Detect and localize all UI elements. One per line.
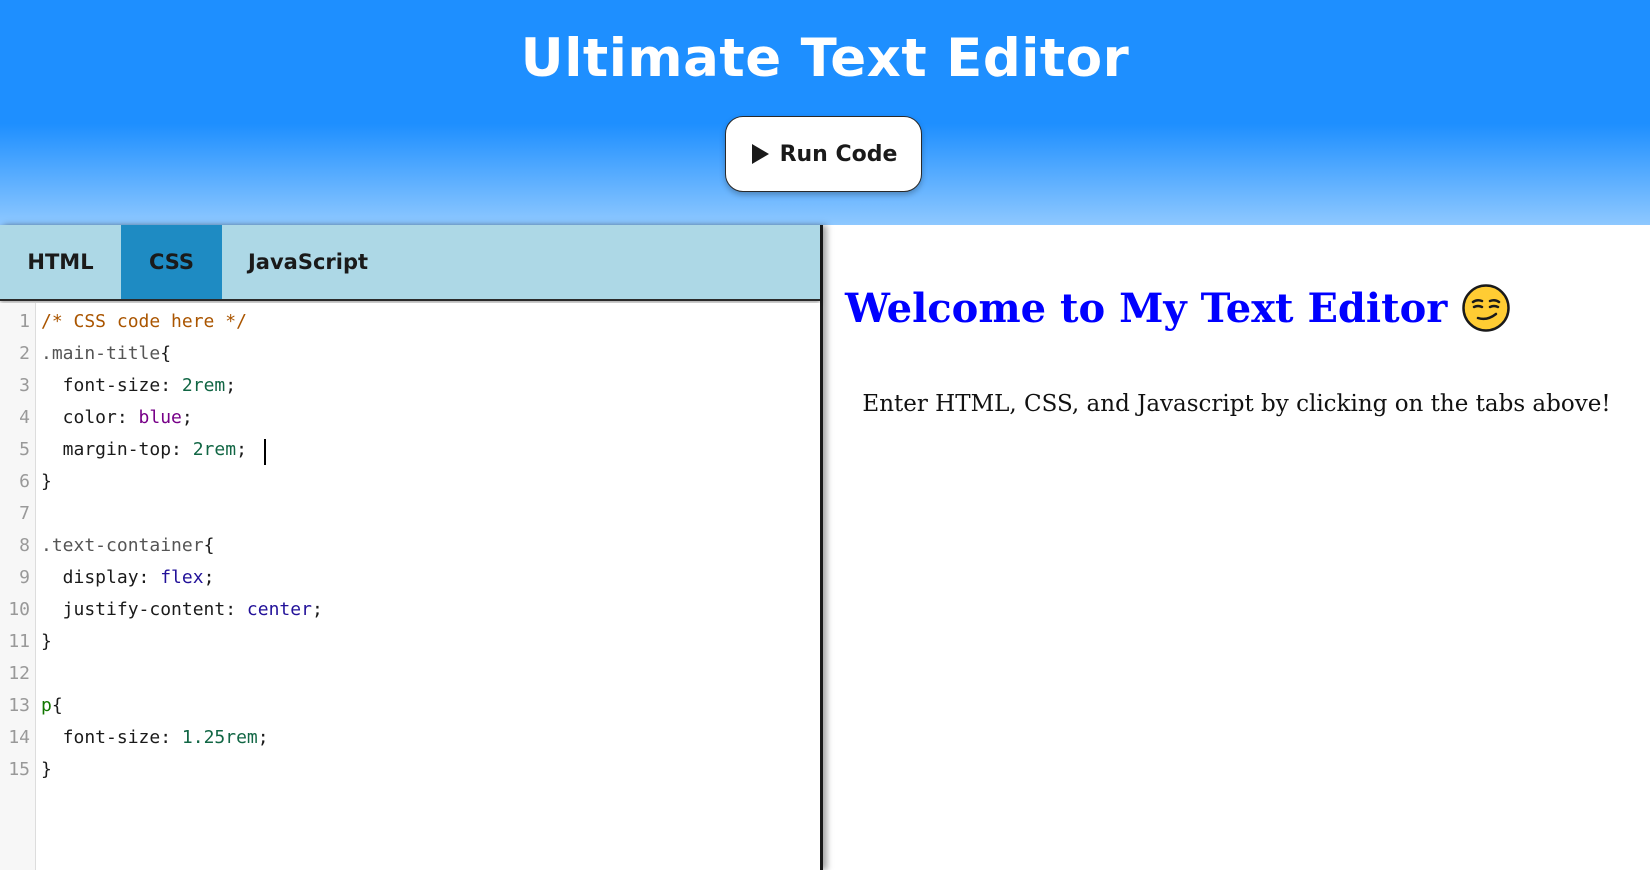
code-property: margin-top: [41,439,193,460]
preview-paragraph: Enter HTML, CSS, and Javascript by click… [862,391,1611,417]
code-line: } [41,631,52,652]
text-cursor [264,439,266,465]
run-code-label: Run Code [779,141,898,167]
line-number: 4 [19,407,30,428]
app-title: Ultimate Text Editor [520,28,1130,89]
line-number: 5 [19,439,30,460]
code-textarea[interactable]: 1 2 3 4 5 6 7 8 9 10 11 12 13 14 15 /* C… [0,303,820,870]
line-number: 2 [19,343,30,364]
code-property: font-size: [41,375,182,396]
line-number-gutter: 1 2 3 4 5 6 7 8 9 10 11 12 13 14 15 [0,303,36,870]
code-value: flex [160,567,204,588]
code-selector: .main-title [41,343,161,364]
editor-tab-bar: HTML CSS JavaScript [0,225,820,301]
code-brace: } [41,471,52,492]
code-editor-pane: HTML CSS JavaScript 1 2 3 4 5 6 7 8 9 10… [0,225,823,870]
code-brace: { [203,535,215,556]
play-icon [751,144,769,164]
preview-title-text: Welcome to My Text Editor [845,284,1448,332]
code-semicolon: ; [181,407,193,428]
preview-title: Welcome to My Text Editor [845,283,1511,333]
code-line: margin-top: 2rem; [41,439,247,460]
code-line: .main-title{ [41,343,171,364]
line-number: 7 [19,503,30,524]
code-line: font-size: 2rem; [41,375,236,396]
code-line: } [41,471,52,492]
code-line: display: flex; [41,567,215,588]
code-property: color: [41,407,139,428]
line-number: 12 [8,663,30,684]
code-brace: } [41,759,52,780]
line-number: 11 [8,631,30,652]
code-comment: /* CSS code here */ [41,311,247,332]
code-brace: { [51,695,63,716]
code-selector: .text-container [41,535,204,556]
line-number: 9 [19,567,30,588]
code-semicolon: ; [225,375,237,396]
code-value: 2rem [181,375,226,396]
code-value: 1.25rem [181,727,258,748]
line-number: 1 [19,311,30,332]
code-value: center [246,599,312,620]
code-line: /* CSS code here */ [41,311,247,332]
line-number: 3 [19,375,30,396]
code-line: } [41,759,52,780]
line-number: 10 [8,599,30,620]
code-semicolon: ; [203,567,215,588]
tab-html[interactable]: HTML [0,225,121,299]
code-property: justify-content: [41,599,247,620]
line-number: 8 [19,535,30,556]
line-number: 13 [8,695,30,716]
code-line: p{ [41,695,63,716]
code-line: font-size: 1.25rem; [41,727,269,748]
line-number: 15 [8,759,30,780]
code-value: blue [138,407,182,428]
tab-javascript[interactable]: JavaScript [222,225,394,299]
app-header: Ultimate Text Editor Run Code [0,0,1650,225]
code-property: display: [41,567,161,588]
smirk-face-icon [1462,284,1511,332]
tab-css[interactable]: CSS [121,225,222,299]
code-semicolon: ; [236,439,247,460]
code-semicolon: ; [257,727,269,748]
code-semicolon: ; [311,599,323,620]
code-line: .text-container{ [41,535,214,556]
code-brace: } [41,631,52,652]
code-line: color: blue; [41,407,193,428]
run-code-button[interactable]: Run Code [725,116,922,192]
line-number: 14 [8,727,30,748]
code-brace: { [160,343,172,364]
code-line: justify-content: center; [41,599,323,620]
code-value: 2rem [192,439,237,460]
preview-pane: Welcome to My Text Editor Enter HTML, CS… [823,225,1650,870]
line-number: 6 [19,471,30,492]
code-selector: p [41,695,52,716]
code-property: font-size: [41,727,182,748]
